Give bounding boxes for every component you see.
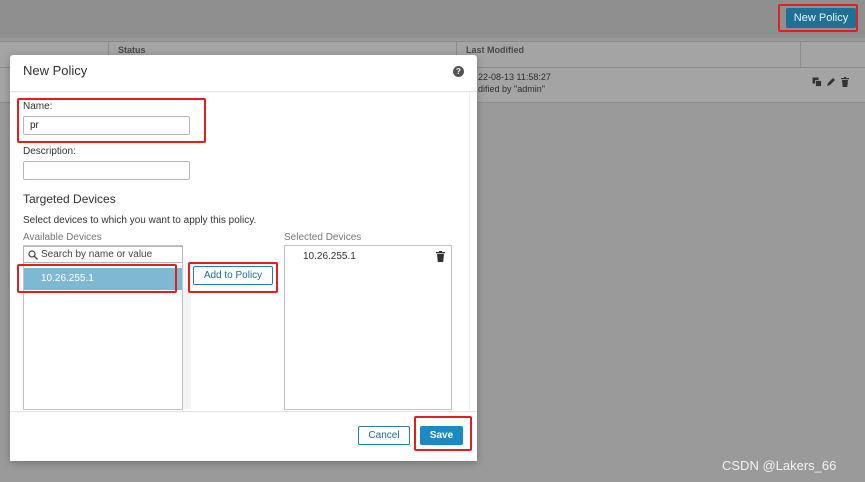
save-button[interactable]: Save bbox=[420, 426, 463, 445]
available-device-item[interactable]: 10.26.255.1 bbox=[24, 268, 182, 290]
row-timestamp: 22-08-13 11:58:27 bbox=[478, 72, 551, 82]
trash-icon[interactable] bbox=[436, 251, 445, 262]
cancel-button[interactable]: Cancel bbox=[358, 426, 410, 445]
copy-icon[interactable] bbox=[812, 77, 822, 87]
table-divider bbox=[800, 41, 801, 68]
watermark-text: CSDN @Lakers_66 bbox=[722, 458, 837, 473]
column-header-last-modified[interactable]: Last Modified bbox=[466, 45, 524, 55]
targeted-devices-title: Targeted Devices bbox=[23, 192, 116, 206]
background-toolbar bbox=[0, 0, 865, 38]
new-policy-dialog: New Policy ? Name: Description: Targeted… bbox=[10, 55, 477, 461]
description-label: Description: bbox=[23, 146, 76, 157]
selected-devices-label: Selected Devices bbox=[284, 232, 362, 243]
search-icon bbox=[28, 249, 38, 260]
selected-device-item: 10.26.255.1 bbox=[303, 251, 356, 262]
help-icon[interactable]: ? bbox=[453, 66, 464, 77]
add-to-policy-button[interactable]: Add to Policy bbox=[193, 266, 273, 285]
trash-icon[interactable] bbox=[840, 77, 850, 87]
description-input[interactable] bbox=[23, 161, 190, 180]
dialog-scrollbar[interactable] bbox=[469, 92, 477, 410]
device-search-input[interactable] bbox=[41, 249, 181, 260]
row-modified-by: dified by "admin" bbox=[478, 84, 545, 94]
edit-icon[interactable] bbox=[826, 77, 836, 87]
targeted-devices-hint: Select devices to which you want to appl… bbox=[23, 215, 257, 226]
name-label: Name: bbox=[23, 101, 53, 112]
available-list-scrollbar[interactable] bbox=[183, 264, 191, 409]
selected-devices-list bbox=[284, 245, 452, 410]
name-input[interactable] bbox=[23, 116, 190, 135]
device-search bbox=[23, 246, 183, 263]
dialog-header-divider bbox=[10, 91, 477, 92]
row-actions bbox=[812, 77, 850, 87]
column-header-status[interactable]: Status bbox=[118, 45, 146, 55]
new-policy-button[interactable]: New Policy bbox=[786, 8, 856, 28]
dialog-title: New Policy bbox=[23, 63, 88, 78]
available-devices-label: Available Devices bbox=[23, 232, 102, 243]
